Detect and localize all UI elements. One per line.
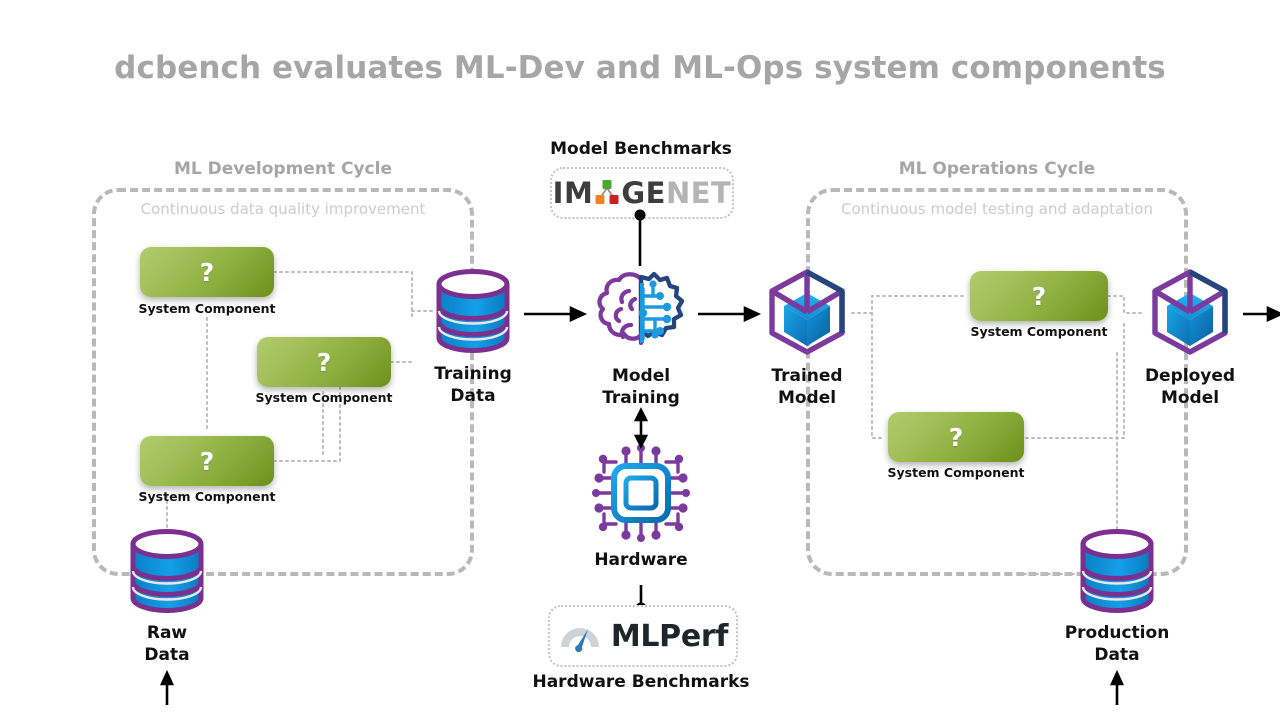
system-component-ops-2-caption: System Component [887, 465, 1025, 480]
system-component-dev-1[interactable]: ? [140, 247, 274, 297]
mlperf-logo[interactable]: MLPerf [548, 605, 738, 667]
arrow-out-of-deployed-model [1243, 305, 1280, 323]
database-icon-training-data [432, 268, 514, 354]
cube-icon-deployed-model [1145, 266, 1235, 358]
diagram-canvas: dcbench evaluates ML-Dev and ML-Ops syst… [0, 0, 1280, 720]
hardware-benchmarks-caption: Hardware Benchmarks [532, 672, 750, 692]
system-component-dev-3-caption: System Component [138, 489, 276, 504]
node-label-training-data: Training Data [434, 364, 512, 406]
system-component-ops-1[interactable]: ? [970, 271, 1108, 321]
system-component-mark: ? [948, 422, 964, 452]
ml-operations-cycle-subtitle: Continuous model testing and adaptation [841, 200, 1153, 218]
cube-icon-trained-model [762, 266, 852, 358]
node-label-hardware: Hardware [594, 550, 688, 570]
node-label-production-data: Production Data [1064, 623, 1170, 665]
arrow-model-training-to-trained-model [698, 305, 762, 323]
system-component-mark: ? [1031, 281, 1047, 311]
system-component-mark: ? [199, 446, 215, 476]
ml-development-cycle-title: ML Development Cycle [174, 159, 392, 179]
system-component-dev-1-caption: System Component [138, 301, 276, 316]
system-component-ops-1-caption: System Component [970, 324, 1108, 339]
speedometer-icon [560, 628, 599, 653]
arrow-into-raw-data [159, 669, 175, 705]
imagenet-logo-im: IM [552, 176, 594, 210]
system-component-ops-2[interactable]: ? [888, 412, 1024, 462]
system-component-mark: ? [316, 347, 332, 377]
model-benchmarks-caption: Model Benchmarks [550, 139, 732, 159]
imagenet-logo-net: NET [665, 176, 732, 210]
page-title: dcbench evaluates ML-Dev and ML-Ops syst… [114, 50, 1166, 86]
database-icon-production-data [1076, 528, 1158, 614]
node-label-model-training: Model Training [602, 366, 680, 408]
ml-operations-cycle-title: ML Operations Cycle [898, 159, 1096, 179]
system-component-dev-3[interactable]: ? [140, 436, 274, 486]
system-component-mark: ? [199, 257, 215, 287]
arrow-into-production-data [1109, 669, 1125, 705]
imagenet-tree-glyph [595, 180, 619, 204]
arrow-training-data-to-model-training [524, 305, 588, 323]
brain-gear-icon-model-training [591, 269, 691, 357]
connector-imagenet-to-model-training [634, 209, 646, 266]
system-component-dev-2[interactable]: ? [257, 337, 391, 387]
node-label-trained-model: Trained Model [771, 366, 843, 408]
database-icon-raw-data [126, 528, 208, 614]
node-label-raw-data: Raw Data [144, 623, 190, 665]
imagenet-logo-ge: GE [621, 176, 666, 210]
node-label-deployed-model: Deployed Model [1144, 366, 1236, 408]
cpu-chip-icon-hardware [592, 444, 690, 542]
arrow-model-training-hardware [633, 407, 649, 449]
mlperf-logo-text: MLPerf [610, 618, 729, 654]
ml-development-cycle-subtitle: Continuous data quality improvement [140, 200, 426, 218]
